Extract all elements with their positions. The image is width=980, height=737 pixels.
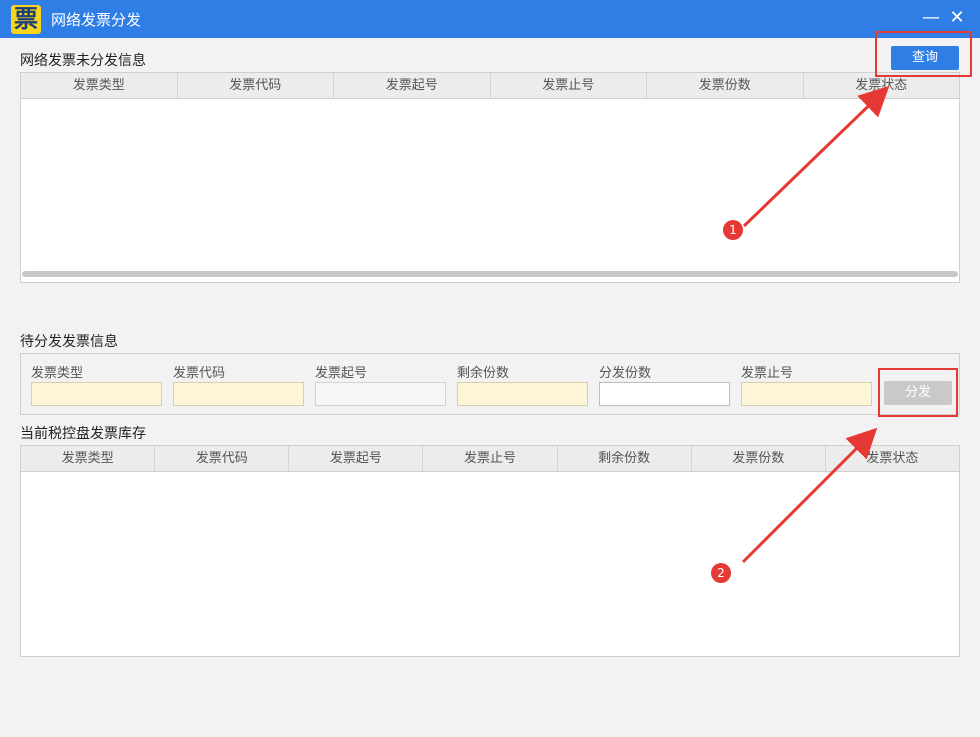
step-marker-2: 2 <box>711 563 731 583</box>
step-marker-1: 1 <box>723 220 743 240</box>
annotation-arrows <box>741 85 890 564</box>
arrow-to-distribute <box>741 427 878 564</box>
arrow-to-query <box>742 85 890 228</box>
